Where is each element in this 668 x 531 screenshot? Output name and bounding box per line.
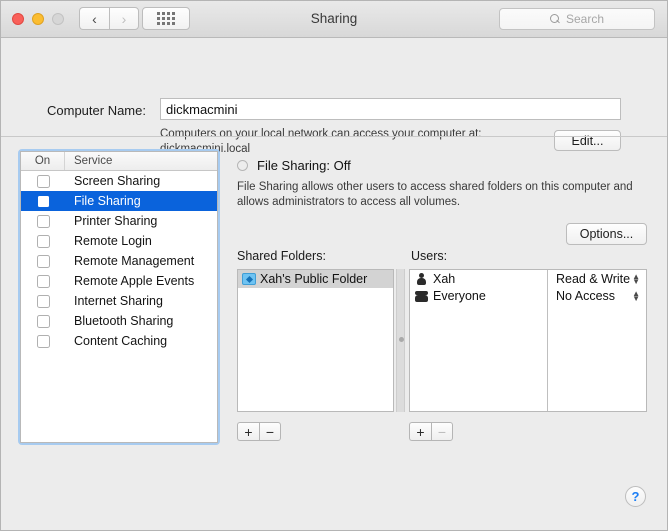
service-checkbox[interactable] [36,234,50,248]
user-name: Xah [433,271,456,286]
file-sharing-description: File Sharing allows other users to acces… [237,181,633,208]
shared-folders-body: Xah's Public Folder [238,270,393,288]
service-checkbox-cell[interactable] [21,194,65,208]
user-row[interactable]: Xah [410,270,547,287]
shared-folders-list[interactable]: Xah's Public Folder [237,269,394,412]
service-checkbox[interactable] [36,214,50,228]
computer-name-label: Computer Name: [47,103,146,118]
service-checkbox[interactable] [36,314,50,328]
section-divider [1,136,667,137]
stepper-arrows-icon[interactable]: ▲ ▼ [632,272,640,285]
computer-name-help-line1: Computers on your local network can acce… [160,128,482,140]
service-checkbox-cell[interactable] [21,334,65,348]
column-header-on: On [21,152,65,170]
service-checkbox-cell[interactable] [21,234,65,248]
file-sharing-status: File Sharing: Off [237,158,351,173]
service-row[interactable]: Printer Sharing [21,211,217,231]
permission-popup[interactable]: Read & Write ▲ ▼ [548,270,646,287]
remove-shared-folder-button[interactable]: − [259,422,281,441]
service-row[interactable]: Screen Sharing [21,171,217,191]
edit-button[interactable]: Edit... [554,130,621,151]
service-list-focus-ring: On Service Screen Sharing File Sharing Pri… [18,149,220,445]
service-checkbox-cell[interactable] [21,254,65,268]
service-row[interactable]: File Sharing [21,191,217,211]
service-row[interactable]: Remote Apple Events [21,271,217,291]
service-name: File Sharing [74,194,141,208]
service-row[interactable]: Remote Login [21,231,217,251]
service-checkbox[interactable] [36,334,50,348]
service-name: Internet Sharing [74,294,163,308]
service-name: Content Caching [74,334,168,348]
status-label: File Sharing: Off [257,158,351,173]
service-name: Remote Apple Events [74,274,195,288]
search-placeholder: Search [565,12,605,26]
service-name: Screen Sharing [74,174,161,188]
service-checkbox[interactable] [36,194,50,208]
user-icon [415,272,428,285]
group-icon [415,290,428,302]
service-checkbox-cell[interactable] [21,214,65,228]
permission-value: Read & Write [556,271,631,286]
service-checkbox-cell[interactable] [21,294,65,308]
service-row[interactable]: Bluetooth Sharing [21,311,217,331]
column-header-service: Service [74,155,113,167]
computer-name-input[interactable] [160,98,621,120]
permission-popup[interactable]: No Access ▲ ▼ [548,287,646,304]
service-list-body: Screen Sharing File Sharing Printer Sharin… [21,171,217,351]
pane-splitter[interactable] [396,269,405,412]
service-row[interactable]: Content Caching [21,331,217,351]
service-checkbox[interactable] [36,254,50,268]
service-name: Remote Login [74,234,152,248]
help-button[interactable]: ? [625,486,646,507]
service-name: Remote Management [74,254,195,268]
search-icon [549,13,561,25]
users-list[interactable]: Xah Everyone Read & Write ▲ ▼ No Access ▲ ▼ [409,269,647,412]
add-shared-folder-button[interactable]: + [237,422,259,441]
service-list[interactable]: On Service Screen Sharing File Sharing Pri… [20,151,218,443]
shared-folder-row[interactable]: Xah's Public Folder [238,270,393,288]
service-list-header: On Service [21,152,217,171]
stepper-arrows-icon[interactable]: ▲ ▼ [632,289,640,302]
service-row[interactable]: Remote Management [21,251,217,271]
service-name: Bluetooth Sharing [74,314,174,328]
sharing-preferences-window: ‹ › Sharing Search Computer Name: Comput… [0,0,668,531]
options-button[interactable]: Options... [566,223,647,245]
shared-folder-name: Xah's Public Folder [260,272,368,286]
shared-folders-label: Shared Folders: [237,249,326,263]
search-field[interactable]: Search [499,8,655,30]
add-user-button[interactable]: + [409,422,431,441]
service-name: Printer Sharing [74,214,158,228]
remove-user-button: − [431,422,453,441]
users-add-remove: + − [409,422,453,441]
service-row[interactable]: Internet Sharing [21,291,217,311]
service-checkbox[interactable] [36,274,50,288]
service-checkbox[interactable] [36,174,50,188]
service-checkbox[interactable] [36,294,50,308]
service-checkbox-cell[interactable] [21,314,65,328]
users-column: Xah Everyone [410,270,548,411]
service-checkbox-cell[interactable] [21,274,65,288]
title-bar: ‹ › Sharing Search [1,1,667,38]
service-checkbox-cell[interactable] [21,174,65,188]
permissions-column: Read & Write ▲ ▼ No Access ▲ ▼ [548,270,646,411]
computer-name-section: Computer Name: Computers on your local n… [1,38,667,155]
user-name: Everyone [433,288,486,303]
shared-folders-add-remove: + − [237,422,281,441]
status-indicator-icon [237,160,248,171]
permission-value: No Access [556,288,616,303]
users-label: Users: [411,249,448,263]
user-row[interactable]: Everyone [410,287,547,304]
public-folder-icon [242,273,256,285]
